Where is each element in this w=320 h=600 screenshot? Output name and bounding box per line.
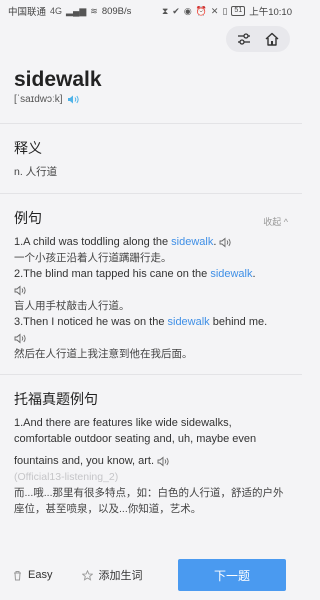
example-translation: 一个小孩正沿着人行道蹒跚行走。 bbox=[14, 252, 172, 264]
definition-text: n. 人行道 bbox=[14, 166, 58, 178]
speaker-icon[interactable] bbox=[157, 456, 170, 467]
clock: 上午10:10 bbox=[249, 7, 292, 18]
settings-button[interactable] bbox=[230, 26, 258, 52]
examples-list: 1.A child was toddling along the sidewal… bbox=[14, 234, 288, 362]
eye-icon: ◉ bbox=[183, 5, 192, 16]
check-icon: ✔ bbox=[172, 5, 180, 16]
example-translation: 然后在人行道上我注意到他在我后面。 bbox=[14, 348, 193, 360]
divider bbox=[0, 193, 302, 194]
definition-title: 释义 bbox=[14, 140, 42, 156]
hourglass-icon: ⧗ bbox=[161, 5, 169, 16]
collapse-button[interactable]: 收起 ^ bbox=[263, 215, 288, 228]
divider bbox=[0, 123, 302, 124]
alarm-icon: ⏰ bbox=[195, 5, 207, 16]
examples-title: 例句 bbox=[14, 210, 42, 226]
top-toolbar bbox=[226, 26, 290, 52]
add-word-button[interactable]: 添加生词 bbox=[82, 567, 142, 583]
home-icon bbox=[265, 32, 279, 46]
home-button[interactable] bbox=[258, 26, 286, 52]
example-translation: 盲人用手杖敲击人行道。 bbox=[14, 300, 130, 312]
sliders-icon bbox=[238, 33, 250, 45]
trash-icon bbox=[14, 570, 21, 580]
pronounce-speaker-icon[interactable] bbox=[67, 94, 80, 105]
toefl-example: 1.And there are features like wide sidew… bbox=[14, 415, 288, 517]
speaker-icon[interactable] bbox=[14, 333, 27, 344]
toefl-title: 托福真题例句 bbox=[14, 391, 98, 407]
headword: sidewalk bbox=[14, 68, 102, 91]
list-item: 3.Then I noticed he was on the sidewalk … bbox=[14, 314, 288, 362]
list-item: 2.The blind man tapped his cane on the s… bbox=[14, 266, 288, 314]
carrier-label: 中国联通 bbox=[8, 7, 47, 18]
toefl-translation: 而...哦...那里有很多特点，如：白色的人行道，舒适的户外座位，甚至喷泉，以及… bbox=[14, 487, 284, 515]
easy-label: Easy bbox=[28, 569, 53, 581]
next-question-button[interactable]: 下一题 bbox=[178, 559, 286, 591]
toefl-source: (Official13-listening_2) bbox=[14, 471, 119, 483]
speaker-icon[interactable] bbox=[219, 237, 232, 248]
divider bbox=[0, 374, 302, 375]
bottom-bar: Easy 添加生词 下一题 bbox=[0, 550, 300, 600]
speaker-icon[interactable] bbox=[14, 285, 27, 296]
network-speed: 809B/s bbox=[101, 5, 132, 17]
highlight-word: sidewalk bbox=[210, 268, 253, 280]
word-content: sidewalk [ˈsaɪdwɔːk] 释义 n. 人行道 例句 收起 ^ 1… bbox=[0, 60, 302, 517]
status-bar: 中国联通 4G ▂▄▆ ≋ 809B/s ⧗ ✔ ◉ ⏰ ✕ ▯ 51 上午10… bbox=[0, 0, 300, 22]
phonetic: [ˈsaɪdwɔːk] bbox=[14, 94, 63, 105]
highlight-word: sidewalk bbox=[167, 316, 210, 328]
add-word-label: 添加生词 bbox=[98, 570, 143, 582]
mute-icon: ✕ bbox=[210, 5, 219, 16]
wifi-icon: ≋ bbox=[90, 5, 98, 16]
battery-indicator: 51 bbox=[231, 6, 246, 16]
signal-icon: ▂▄▆ bbox=[66, 5, 87, 16]
easy-button[interactable]: Easy bbox=[12, 569, 52, 581]
toefl-en-line1: 1.And there are features like wide sidew… bbox=[14, 417, 257, 445]
network-icon: 4G bbox=[50, 6, 63, 16]
highlight-word: sidewalk bbox=[171, 236, 214, 248]
list-item: 1.A child was toddling along the sidewal… bbox=[14, 234, 288, 266]
toefl-en-line2: fountains and, you know, art. bbox=[14, 455, 155, 467]
star-icon bbox=[82, 569, 94, 581]
vibrate-icon: ▯ bbox=[222, 5, 228, 16]
